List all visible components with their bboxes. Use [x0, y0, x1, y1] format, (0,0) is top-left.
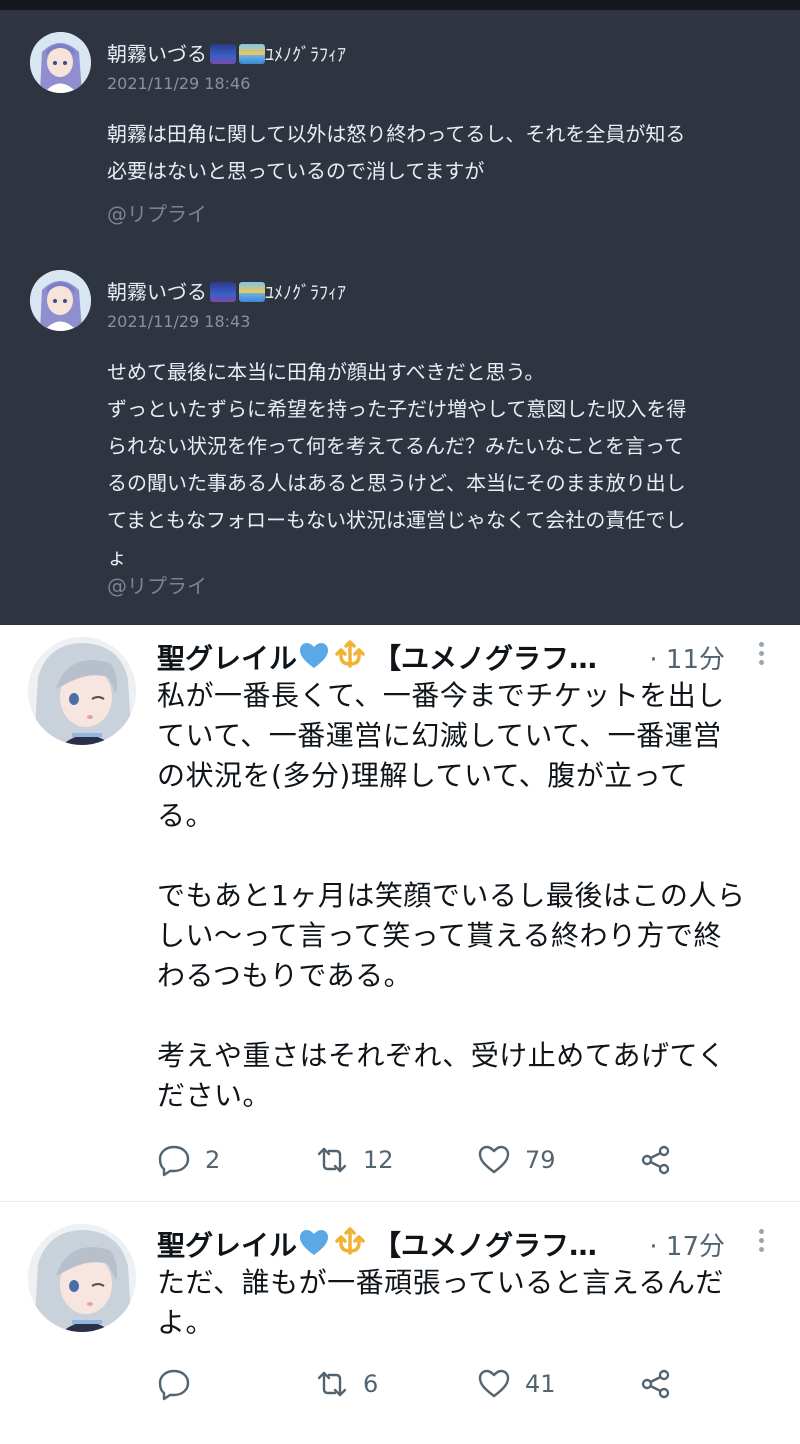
- retweet-count: 12: [363, 1146, 394, 1174]
- author-tag: 【ユメノグラフ…: [373, 642, 598, 675]
- sunrise-emoji: [239, 44, 265, 64]
- like-icon: [478, 1145, 510, 1174]
- author-name-suffix: ﾕﾒﾉｸﾞﾗﾌｨｱ: [265, 45, 346, 66]
- avatar[interactable]: [28, 637, 136, 745]
- trident-emblem-icon: [335, 1227, 365, 1255]
- blue-heart-icon: [300, 643, 329, 668]
- tweet-text: ただ、誰もが一番頑張っていると言えるんだ よ。: [157, 1266, 724, 1339]
- author-name[interactable]: 聖グレイル 【ユメノグラフ…: [157, 1224, 597, 1264]
- blue-heart-icon: [300, 1230, 329, 1255]
- like-icon: [478, 1369, 510, 1398]
- retweet-count: 6: [363, 1370, 379, 1398]
- tweet-actions: 6 41: [157, 1364, 757, 1404]
- share-icon: [641, 1369, 670, 1399]
- like-button[interactable]: 41: [477, 1364, 556, 1404]
- night-sky-emoji: [210, 282, 236, 302]
- author-name-text: 朝霧いづる: [107, 280, 207, 304]
- author-name-text: 聖グレイル: [157, 1229, 298, 1262]
- retweet-button[interactable]: 6: [315, 1364, 378, 1404]
- tweet-actions: 2 12 79: [157, 1140, 757, 1180]
- avatar[interactable]: [30, 32, 91, 93]
- tweet-time[interactable]: · 17分: [649, 1226, 725, 1263]
- share-button[interactable]: [639, 1364, 673, 1404]
- avatar[interactable]: [28, 1224, 136, 1332]
- author-name-text: 聖グレイル: [157, 642, 298, 675]
- quoted-date: 2021/11/29 18:43: [107, 312, 251, 331]
- reply-link[interactable]: @リプライ: [107, 570, 207, 599]
- share-icon: [641, 1145, 670, 1175]
- quoted-text: 朝霧は田角に関して以外は怒り終わってるし、それを全員が知る 必要はないと思ってい…: [107, 122, 686, 183]
- reply-link[interactable]: @リプライ: [107, 198, 207, 227]
- tweet-header: 聖グレイル 【ユメノグラフ… · 17分: [157, 1224, 777, 1264]
- night-sky-emoji: [210, 44, 236, 64]
- quoted-date: 2021/11/29 18:46: [107, 74, 251, 93]
- share-button[interactable]: [639, 1140, 673, 1180]
- tweet-time[interactable]: · 11分: [649, 639, 725, 676]
- more-icon[interactable]: [751, 639, 771, 669]
- quoted-author-name[interactable]: 朝霧いづる ﾕﾒﾉｸﾞﾗﾌｨｱ: [107, 38, 346, 67]
- like-button[interactable]: 79: [477, 1140, 556, 1180]
- retweet-icon: [317, 1147, 347, 1173]
- reply-icon: [158, 1145, 190, 1177]
- quoted-tweets-panel: 朝霧いづる ﾕﾒﾉｸﾞﾗﾌｨｱ 2021/11/29 18:46 朝霧は田角に関し…: [0, 10, 800, 625]
- retweet-button[interactable]: 12: [315, 1140, 394, 1180]
- sunrise-emoji: [239, 282, 265, 302]
- reply-count: 2: [205, 1146, 221, 1174]
- retweet-icon: [317, 1371, 347, 1397]
- tweet-header: 聖グレイル 【ユメノグラフ… · 11分: [157, 637, 777, 677]
- top-status-strip: [0, 0, 800, 10]
- tweet[interactable]: 聖グレイル 【ユメノグラフ… · 17分 ただ、誰もが一番頑張っていると言えるんだ…: [0, 1202, 800, 1444]
- author-name-suffix: ﾕﾒﾉｸﾞﾗﾌｨｱ: [265, 283, 346, 304]
- like-count: 41: [525, 1370, 556, 1398]
- author-name-text: 朝霧いづる: [107, 42, 207, 66]
- tweet[interactable]: 聖グレイル 【ユメノグラフ… · 11分 私が一番長くて、一番今までチケットを出し…: [0, 625, 800, 1201]
- reply-button[interactable]: [157, 1364, 205, 1404]
- author-name[interactable]: 聖グレイル 【ユメノグラフ…: [157, 637, 597, 677]
- reply-icon: [158, 1369, 190, 1401]
- trident-emblem-icon: [335, 640, 365, 668]
- author-tag: 【ユメノグラフ…: [373, 1229, 598, 1262]
- quoted-text: せめて最後に本当に田角が顔出すべきだと思う。 ずっといたずらに希望を持った子だけ…: [107, 360, 687, 569]
- reply-button[interactable]: 2: [157, 1140, 220, 1180]
- avatar[interactable]: [30, 270, 91, 331]
- tweet-text: 私が一番長くて、一番今までチケットを出し ていて、一番運営に幻滅していて、一番運…: [157, 679, 746, 1112]
- quoted-author-name[interactable]: 朝霧いづる ﾕﾒﾉｸﾞﾗﾌｨｱ: [107, 276, 346, 305]
- more-icon[interactable]: [751, 1226, 771, 1256]
- like-count: 79: [525, 1146, 556, 1174]
